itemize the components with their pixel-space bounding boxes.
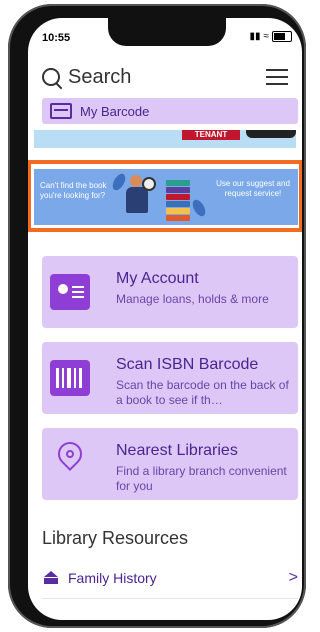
- search-label[interactable]: Search: [68, 66, 266, 89]
- signal-icon: ▮▮: [249, 31, 261, 42]
- id-card-icon: [50, 274, 90, 310]
- top-banner-text: TENANT: [182, 130, 240, 140]
- status-time: 10:55: [42, 32, 71, 44]
- highlight-frame: [28, 160, 302, 232]
- barcode-card-icon: [50, 103, 72, 119]
- status-icons: ▮▮ ≈: [249, 31, 292, 42]
- wifi-icon: ≈: [263, 31, 270, 42]
- divider: [42, 598, 298, 599]
- top-banner[interactable]: TENANT: [34, 130, 296, 148]
- top-banner-shape: [246, 130, 296, 138]
- library-resources-heading: Library Resources: [42, 528, 189, 548]
- hamburger-menu-icon[interactable]: [266, 69, 288, 85]
- search-icon[interactable]: [42, 68, 60, 86]
- family-history-item[interactable]: Family History >: [42, 564, 298, 592]
- nearest-libraries-card[interactable]: Nearest Libraries Find a library branch …: [42, 428, 298, 500]
- family-home-icon: [42, 571, 60, 585]
- menu-title: Scan ISBN Barcode: [116, 356, 259, 373]
- my-account-card[interactable]: My Account Manage loans, holds & more: [42, 256, 298, 328]
- menu-description: Manage loans, holds & more: [116, 292, 269, 306]
- chevron-right-icon: >: [288, 569, 298, 586]
- my-barcode-label: My Barcode: [80, 103, 150, 119]
- search-bar[interactable]: Search: [42, 62, 288, 92]
- menu-title: Nearest Libraries: [116, 442, 238, 459]
- location-pin-icon: [53, 437, 87, 482]
- menu-description: Scan the barcode on the back of a book t…: [116, 378, 289, 407]
- resource-label: Family History: [68, 570, 157, 586]
- barcode-icon: [50, 360, 90, 396]
- app-screen: 10:55 ▮▮ ≈ Search My Barcode TENANT Can'…: [28, 18, 302, 620]
- menu-title: My Account: [116, 270, 199, 287]
- battery-icon: [272, 31, 292, 42]
- phone-frame: 10:55 ▮▮ ≈ Search My Barcode TENANT Can'…: [8, 4, 306, 628]
- device-notch: [108, 18, 226, 46]
- my-barcode-button[interactable]: My Barcode: [42, 98, 298, 124]
- scan-isbn-card[interactable]: Scan ISBN Barcode Scan the barcode on th…: [42, 342, 298, 414]
- menu-description: Find a library branch convenient for you: [116, 464, 287, 493]
